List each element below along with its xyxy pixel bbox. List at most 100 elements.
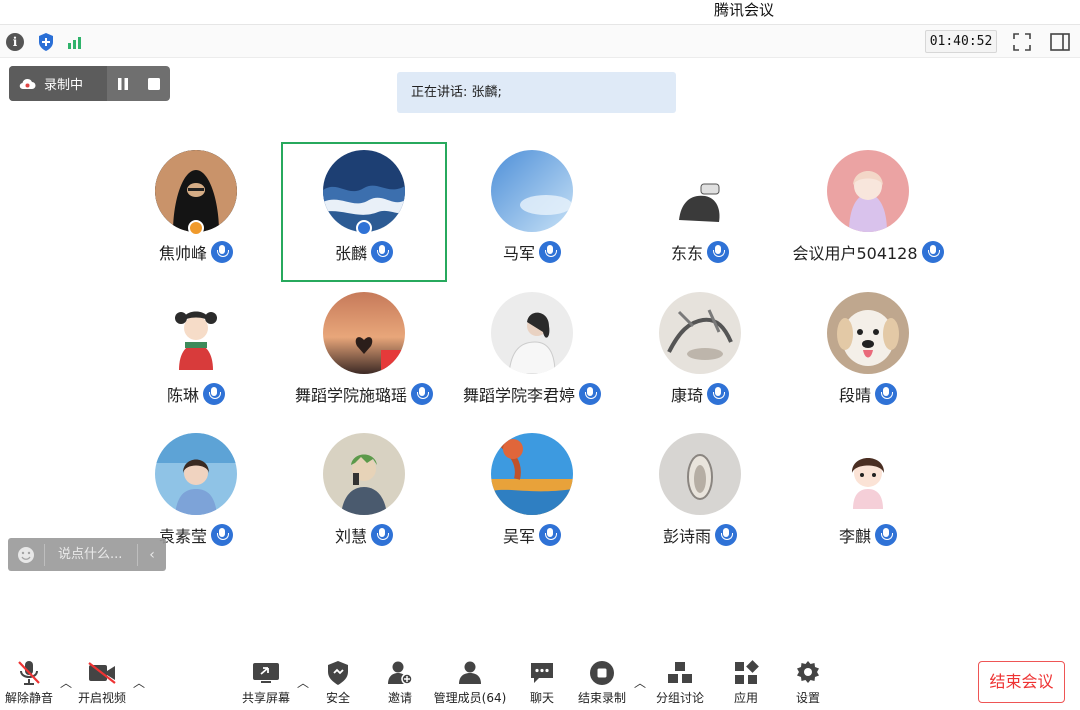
avatar — [827, 433, 909, 515]
participant-name: 段晴 — [778, 382, 958, 406]
participant-tile[interactable]: 舞蹈学院李君婷 — [442, 292, 622, 422]
participant-name-text: 康琦 — [670, 386, 703, 405]
mic-icon — [371, 241, 393, 263]
participant-name-text: 舞蹈学院李君婷 — [462, 386, 575, 405]
security-label: 安全 — [325, 691, 350, 705]
mic-icon — [371, 524, 393, 546]
mic-icon — [539, 524, 561, 546]
invite-button[interactable]: 邀请 — [380, 658, 420, 708]
participant-tile[interactable]: 刘慧 — [274, 433, 454, 563]
chat-label: 聊天 — [529, 691, 554, 705]
participant-name-text: 张麟 — [334, 244, 367, 263]
chat-button[interactable]: 聊天 — [522, 658, 562, 708]
avatar — [491, 292, 573, 374]
settings-button[interactable]: 设置 — [788, 658, 828, 708]
mic-icon — [921, 241, 944, 263]
start-video-button[interactable]: 开启视频 — [76, 658, 128, 708]
share-screen-button[interactable]: 共享屏幕 — [240, 658, 292, 708]
participant-name: 刘慧 — [274, 523, 454, 547]
participant-name: 陈琳 — [106, 382, 286, 406]
participant-tile[interactable]: 吴军 — [442, 433, 622, 563]
participant-name: 马军 — [442, 240, 622, 264]
collapse-chat-icon[interactable]: ‹ — [138, 547, 166, 563]
video-label: 开启视频 — [77, 691, 126, 705]
mic-muted-icon — [4, 658, 54, 688]
share-options-chevron-icon[interactable]: ︿ — [297, 674, 309, 691]
participant-name: 吴军 — [442, 523, 622, 547]
participant-name: 康琦 — [610, 382, 790, 406]
emoji-icon[interactable] — [8, 546, 44, 564]
avatar — [827, 292, 909, 374]
avatar — [323, 292, 405, 374]
settings-label: 设置 — [795, 691, 820, 705]
mic-icon — [539, 241, 561, 263]
avatar — [323, 433, 405, 515]
mic-icon — [211, 524, 233, 546]
participant-tile[interactable]: 陈琳 — [106, 292, 286, 422]
cohost-badge-icon — [356, 220, 372, 236]
chat-placeholder[interactable]: 说点什么... — [44, 543, 138, 566]
end-meeting-button[interactable]: 结束会议 — [978, 661, 1065, 703]
participant-name: 张麟 — [274, 240, 454, 264]
share-screen-label: 共享屏幕 — [241, 691, 290, 705]
record-options-chevron-icon[interactable]: ︿ — [634, 674, 646, 691]
participant-tile[interactable]: 东东 — [610, 150, 790, 280]
audio-options-chevron-icon[interactable]: ︿ — [60, 674, 72, 691]
apps-grid-icon — [726, 658, 766, 688]
mic-icon — [875, 524, 897, 546]
meeting-window: 腾讯会议 i 01:40:52 录制中 正在讲话: 张麟; 焦帅峰 张麟 马军 … — [0, 0, 1080, 710]
stop-record-circle-icon — [576, 658, 628, 688]
participant-tile[interactable]: 张麟 — [274, 150, 454, 280]
members-label: 管理成员(64) — [433, 691, 507, 705]
participant-tile[interactable]: 焦帅峰 — [106, 150, 286, 280]
participant-name: 东东 — [610, 240, 790, 264]
avatar — [491, 433, 573, 515]
share-screen-icon — [240, 658, 292, 688]
avatar — [659, 150, 741, 232]
apps-button[interactable]: 应用 — [726, 658, 766, 708]
chat-input-box[interactable]: 说点什么... ‹ — [8, 538, 166, 571]
stop-recording-button[interactable]: 结束录制 — [576, 658, 628, 708]
avatar — [491, 150, 573, 232]
participant-tile[interactable]: 李麒 — [778, 433, 958, 563]
participant-name-text: 李麒 — [838, 527, 871, 546]
participant-tile[interactable]: 段晴 — [778, 292, 958, 422]
participant-name: 舞蹈学院施璐瑶 — [274, 382, 454, 406]
video-off-icon — [76, 658, 128, 688]
breakout-rooms-button[interactable]: 分组讨论 — [654, 658, 706, 708]
avatar — [155, 433, 237, 515]
mic-icon — [211, 241, 233, 263]
participant-tile[interactable]: 舞蹈学院施璐瑶 — [274, 292, 454, 422]
participant-name: 彭诗雨 — [610, 523, 790, 547]
mic-icon — [579, 383, 601, 405]
participant-name-text: 马军 — [502, 244, 535, 263]
unmute-button[interactable]: 解除静音 — [4, 658, 54, 708]
participant-tile[interactable]: 彭诗雨 — [610, 433, 790, 563]
participant-name-text: 刘慧 — [334, 527, 367, 546]
participant-tile[interactable]: 马军 — [442, 150, 622, 280]
breakout-icon — [654, 658, 706, 688]
security-button[interactable]: 安全 — [318, 658, 358, 708]
participant-name: 会议用户504128 — [778, 240, 958, 264]
participant-name-text: 焦帅峰 — [158, 244, 207, 263]
avatar — [659, 292, 741, 374]
security-shield-icon — [318, 658, 358, 688]
avatar — [827, 150, 909, 232]
mic-icon — [715, 524, 737, 546]
members-icon — [432, 658, 508, 688]
participant-tile[interactable]: 会议用户504128 — [778, 150, 958, 280]
participant-grid: 焦帅峰 张麟 马军 东东 会议用户504128 陈琳 舞蹈学院施璐瑶 舞蹈学院李… — [0, 0, 1080, 600]
apps-label: 应用 — [733, 691, 758, 705]
mic-icon — [411, 383, 433, 405]
avatar — [155, 292, 237, 374]
invite-label: 邀请 — [387, 691, 412, 705]
participant-name-text: 彭诗雨 — [662, 527, 711, 546]
stop-record-label: 结束录制 — [577, 691, 626, 705]
participant-tile[interactable]: 康琦 — [610, 292, 790, 422]
mic-icon — [707, 241, 729, 263]
video-options-chevron-icon[interactable]: ︿ — [133, 674, 145, 691]
mic-icon — [875, 383, 897, 405]
manage-members-button[interactable]: 管理成员(64) — [432, 658, 508, 708]
mic-icon — [707, 383, 729, 405]
breakout-label: 分组讨论 — [655, 691, 704, 705]
